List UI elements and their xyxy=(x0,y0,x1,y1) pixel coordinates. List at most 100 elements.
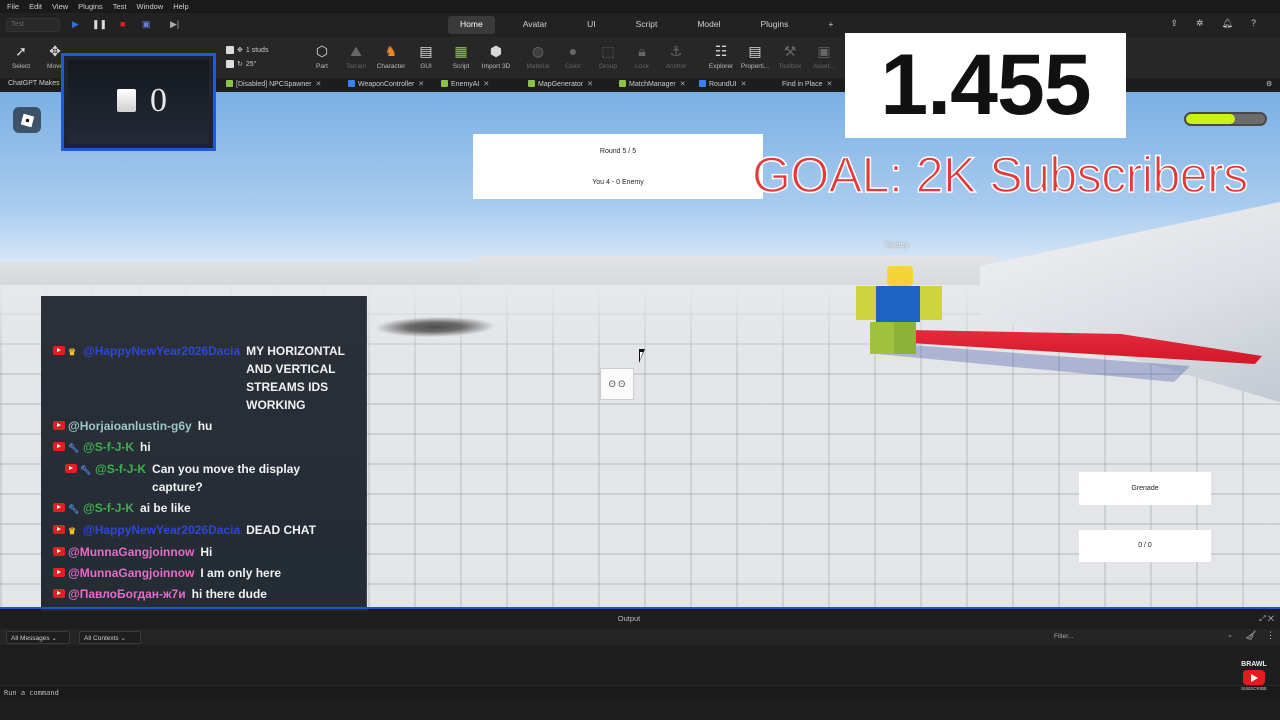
script-icon xyxy=(619,80,626,87)
snap-angle[interactable]: ↻ 25° xyxy=(226,57,268,71)
close-icon[interactable]: ✕ xyxy=(826,81,832,88)
pause-icon[interactable]: ❚❚ xyxy=(92,19,107,30)
tool-anchor[interactable]: ⚓︎ Anchor xyxy=(657,41,695,70)
doc-tab-mapgenerator[interactable]: MapGenerator ✕ xyxy=(528,80,593,88)
doc-tab-roundui[interactable]: RoundUI ✕ xyxy=(699,80,747,88)
doc-tab-npcspawner[interactable]: [Disabled] NPCSpawner ✕ xyxy=(226,80,321,88)
doc-tab-matchmanager[interactable]: MatchManager ✕ xyxy=(619,80,686,88)
grenade-button[interactable]: Grenade xyxy=(1079,472,1211,505)
chevron-down-icon: ⌄ xyxy=(51,635,57,642)
close-icon[interactable]: ✕ xyxy=(483,81,489,88)
tool-group[interactable]: ⬚ Group xyxy=(589,41,627,70)
chat-message: ♛ @HappyNewYear2026Dacia MY HORIZONTAL AND… xyxy=(41,342,367,414)
youtube-icon xyxy=(53,421,65,430)
tool-properties[interactable]: ▤ Properti... xyxy=(736,41,774,70)
studio-window: File Edit View Plugins Test Window Help … xyxy=(0,0,1280,720)
place-select[interactable]: Test xyxy=(6,18,60,32)
close-icon[interactable]: ✕ xyxy=(680,81,686,88)
close-icon[interactable]: ✕ xyxy=(418,81,424,88)
youtube-play-icon xyxy=(1243,670,1265,685)
step-icon[interactable]: ▶| xyxy=(170,19,179,30)
tool-asset[interactable]: ▣ Asset... xyxy=(805,41,843,70)
close-icon[interactable]: ✕ xyxy=(587,81,593,88)
subscribe-watermark: BRAWL SUBSCRIBE xyxy=(1236,661,1272,701)
tool-terrain[interactable]: ⛰ Terrain xyxy=(337,41,375,70)
clear-output-icon[interactable]: 🧹︎ xyxy=(1245,630,1256,641)
add-tab-button[interactable]: + xyxy=(816,16,845,34)
angle-checkbox[interactable] xyxy=(226,60,234,68)
screen-icon[interactable]: ▣ xyxy=(142,19,151,30)
close-icon[interactable]: ✕ xyxy=(741,81,747,88)
tool-character[interactable]: ♞ Character xyxy=(372,41,410,70)
tool-toolbox[interactable]: ⚒ Toolbox xyxy=(771,41,809,70)
subscriber-goal: GOAL: 2K Subscribers xyxy=(751,146,1249,204)
doc-tab-chatgpt[interactable]: ChatGPT Makes xyxy=(8,80,60,87)
youtube-icon xyxy=(53,525,65,534)
chat-text: DEAD CHAT xyxy=(246,523,316,537)
chat-text: hi there dude xyxy=(191,587,267,601)
doc-tab-enemyai[interactable]: EnemyAI ✕ xyxy=(441,80,489,88)
close-icon[interactable]: ✕ xyxy=(1268,614,1274,623)
collab-icon[interactable]: ✲ xyxy=(1196,18,1204,29)
output-filter-input[interactable]: Filter... xyxy=(1050,631,1236,644)
tool-part[interactable]: ⬡ Part xyxy=(303,41,341,70)
local-script-icon xyxy=(348,80,355,87)
bell-icon[interactable]: 🔔︎ xyxy=(1222,18,1233,29)
close-icon[interactable]: ✕ xyxy=(315,81,321,88)
snap-studs[interactable]: ✥ 1 studs xyxy=(226,43,268,57)
tab-plugins[interactable]: Plugins xyxy=(749,16,801,34)
youtube-icon xyxy=(53,568,65,577)
crown-icon: ♛ xyxy=(68,347,77,357)
tab-model[interactable]: Model xyxy=(685,16,732,34)
more-icon[interactable]: ⋮ xyxy=(1266,630,1275,641)
menu-test[interactable]: Test xyxy=(113,2,127,11)
share-icon[interactable]: ⇪ xyxy=(1170,18,1178,29)
menu-help[interactable]: Help xyxy=(173,2,188,11)
menu-edit[interactable]: Edit xyxy=(29,2,42,11)
tool-script[interactable]: ▦ Script xyxy=(442,41,480,70)
menu-view[interactable]: View xyxy=(52,2,68,11)
spawn-location xyxy=(363,316,507,338)
studs-checkbox[interactable] xyxy=(226,46,234,54)
tool-gui[interactable]: ▤ GUI xyxy=(407,41,445,70)
doc-tab-weaponcontroller[interactable]: WeaponController ✕ xyxy=(348,80,424,88)
help-icon[interactable]: ? xyxy=(1251,18,1256,29)
youtube-icon xyxy=(53,589,65,598)
popout-icon[interactable]: ⤢ xyxy=(1259,614,1265,623)
menu-window[interactable]: Window xyxy=(137,2,164,11)
menu-bar: File Edit View Plugins Test Window Help xyxy=(0,0,1280,13)
tab-home[interactable]: Home xyxy=(448,16,495,34)
youtube-icon xyxy=(53,547,65,556)
material-icon: ◍ xyxy=(531,43,545,59)
tab-ui[interactable]: UI xyxy=(575,16,608,34)
chat-message: 🔧︎ @S-f-J-K hi xyxy=(41,438,367,457)
tool-select[interactable]: ➚ Select xyxy=(2,41,40,70)
roblox-menu-button[interactable] xyxy=(13,107,41,133)
viewport-border xyxy=(0,607,1280,609)
messages-dropdown[interactable]: All Messages ⌄ xyxy=(6,631,70,644)
youtube-icon xyxy=(65,464,77,473)
enemy-character[interactable] xyxy=(854,266,944,358)
play-icon[interactable]: ▶ xyxy=(72,19,79,30)
tab-avatar[interactable]: Avatar xyxy=(511,16,559,34)
explorer-icon: ☷ xyxy=(714,43,728,59)
command-bar[interactable]: Run a command xyxy=(0,685,1280,700)
tool-lock[interactable]: 🔒︎ Lock xyxy=(623,41,661,70)
menu-file[interactable]: File xyxy=(7,2,19,11)
chevron-down-icon[interactable]: ⌄ xyxy=(1227,631,1233,639)
contexts-dropdown[interactable]: All Contexts ⌄ xyxy=(79,631,141,644)
stop-icon[interactable]: ■ xyxy=(120,19,125,29)
lock-icon: 🔒︎ xyxy=(638,43,646,59)
round-label: Round 5 / 5 xyxy=(599,148,637,155)
menu-plugins[interactable]: Plugins xyxy=(78,2,103,11)
doc-tab-find-in-place[interactable]: Find in Place ✕ xyxy=(782,80,832,88)
tool-explorer[interactable]: ☷ Explorer xyxy=(702,41,740,70)
chat-message: @MunnaGangjoinnow Hi xyxy=(41,543,367,561)
character-icon: ♞ xyxy=(384,43,398,59)
right-leg xyxy=(894,322,916,354)
tool-color[interactable]: ● Color xyxy=(554,41,592,70)
tool-import-3d[interactable]: ⬢ Import 3D xyxy=(477,41,515,70)
tab-script[interactable]: Script xyxy=(624,16,670,34)
tab-settings-icon[interactable]: ⚙ xyxy=(1266,80,1272,88)
tool-material[interactable]: ◍ Material xyxy=(519,41,557,70)
